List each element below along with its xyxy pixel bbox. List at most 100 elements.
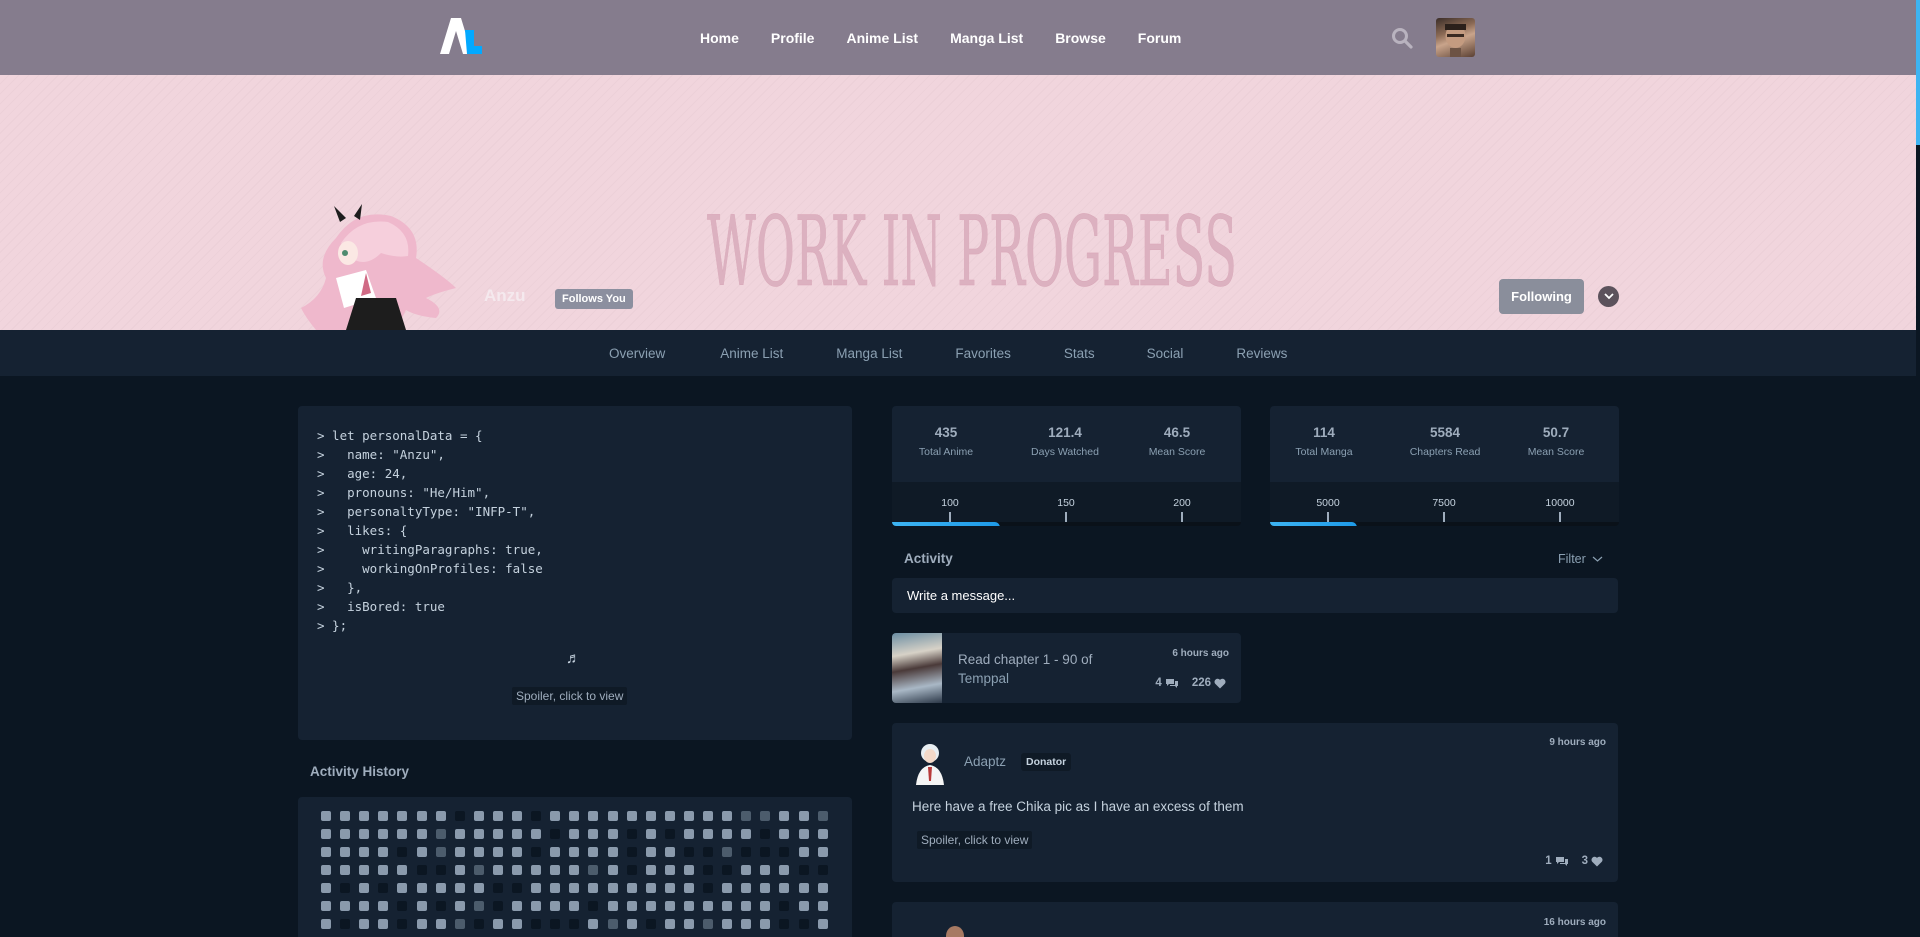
- activity-day-cell[interactable]: [664, 811, 675, 821]
- nav-browse[interactable]: Browse: [1055, 30, 1106, 46]
- nav-manga-list[interactable]: Manga List: [950, 30, 1023, 46]
- activity-day-cell[interactable]: [779, 865, 790, 875]
- activity-day-cell[interactable]: [454, 829, 465, 839]
- activity-day-cell[interactable]: [492, 901, 503, 911]
- activity-day-cell[interactable]: [473, 901, 484, 911]
- activity-day-cell[interactable]: [798, 919, 809, 929]
- activity-day-cell[interactable]: [741, 829, 752, 839]
- activity-day-cell[interactable]: [741, 865, 752, 875]
- activity-day-cell[interactable]: [340, 901, 351, 911]
- activity-day-cell[interactable]: [760, 829, 771, 839]
- activity-day-cell[interactable]: [760, 901, 771, 911]
- activity-day-cell[interactable]: [321, 847, 331, 857]
- tab-social[interactable]: Social: [1147, 346, 1184, 361]
- activity-day-cell[interactable]: [741, 901, 752, 911]
- activity-day-cell[interactable]: [588, 901, 599, 911]
- activity-spoiler[interactable]: Spoiler, click to view: [917, 831, 1033, 849]
- activity-day-cell[interactable]: [798, 901, 809, 911]
- activity-day-cell[interactable]: [473, 829, 484, 839]
- activity-day-cell[interactable]: [798, 865, 809, 875]
- activity-day-cell[interactable]: [703, 811, 713, 821]
- scrollbar-thumb[interactable]: [1916, 0, 1920, 145]
- activity-day-cell[interactable]: [683, 919, 694, 929]
- activity-day-cell[interactable]: [626, 901, 637, 911]
- activity-day-cell[interactable]: [703, 829, 713, 839]
- activity-day-cell[interactable]: [626, 883, 637, 893]
- activity-day-cell[interactable]: [473, 865, 484, 875]
- activity-day-cell[interactable]: [626, 865, 637, 875]
- activity-day-cell[interactable]: [454, 811, 465, 821]
- activity-day-cell[interactable]: [550, 901, 561, 911]
- nav-profile[interactable]: Profile: [771, 30, 815, 46]
- activity-day-cell[interactable]: [779, 901, 790, 911]
- activity-day-cell[interactable]: [741, 847, 752, 857]
- activity-day-cell[interactable]: [588, 829, 599, 839]
- following-button[interactable]: Following: [1499, 279, 1584, 314]
- activity-day-cell[interactable]: [454, 847, 465, 857]
- activity-day-cell[interactable]: [607, 901, 618, 911]
- activity-day-cell[interactable]: [722, 847, 733, 857]
- media-title-link[interactable]: Temppal: [958, 671, 1009, 686]
- activity-day-cell[interactable]: [512, 847, 522, 857]
- tab-favorites[interactable]: Favorites: [955, 346, 1011, 361]
- activity-day-cell[interactable]: [607, 811, 618, 821]
- activity-day-cell[interactable]: [550, 883, 561, 893]
- activity-day-cell[interactable]: [378, 883, 389, 893]
- activity-day-cell[interactable]: [359, 811, 370, 821]
- activity-day-cell[interactable]: [416, 811, 427, 821]
- activity-day-cell[interactable]: [359, 901, 370, 911]
- activity-day-cell[interactable]: [435, 919, 446, 929]
- tab-reviews[interactable]: Reviews: [1236, 346, 1287, 361]
- activity-day-cell[interactable]: [454, 901, 465, 911]
- anilist-logo[interactable]: [440, 18, 482, 54]
- activity-day-cell[interactable]: [512, 811, 522, 821]
- activity-day-cell[interactable]: [569, 901, 580, 911]
- activity-day-cell[interactable]: [817, 811, 828, 821]
- activity-day-cell[interactable]: [569, 919, 580, 929]
- activity-day-cell[interactable]: [378, 811, 389, 821]
- activity-day-cell[interactable]: [683, 847, 694, 857]
- activity-day-cell[interactable]: [550, 847, 561, 857]
- activity-day-cell[interactable]: [683, 865, 694, 875]
- activity-day-cell[interactable]: [569, 865, 580, 875]
- activity-day-cell[interactable]: [512, 883, 522, 893]
- activity-day-cell[interactable]: [588, 883, 599, 893]
- activity-day-cell[interactable]: [550, 829, 561, 839]
- activity-day-cell[interactable]: [645, 847, 656, 857]
- activity-day-cell[interactable]: [645, 901, 656, 911]
- activity-day-cell[interactable]: [760, 883, 771, 893]
- activity-day-cell[interactable]: [817, 847, 828, 857]
- activity-day-cell[interactable]: [645, 883, 656, 893]
- scrollbar[interactable]: [1916, 0, 1920, 937]
- activity-day-cell[interactable]: [531, 901, 542, 911]
- activity-day-cell[interactable]: [454, 883, 465, 893]
- activity-day-cell[interactable]: [454, 865, 465, 875]
- activity-day-cell[interactable]: [760, 847, 771, 857]
- comments-icon[interactable]: [1165, 678, 1179, 689]
- activity-day-cell[interactable]: [378, 829, 389, 839]
- activity-day-cell[interactable]: [492, 829, 503, 839]
- activity-day-cell[interactable]: [722, 811, 733, 821]
- activity-day-cell[interactable]: [626, 847, 637, 857]
- heart-icon[interactable]: [1591, 856, 1603, 867]
- activity-day-cell[interactable]: [531, 865, 542, 875]
- activity-day-cell[interactable]: [550, 811, 561, 821]
- activity-day-cell[interactable]: [607, 919, 618, 929]
- activity-day-cell[interactable]: [359, 919, 370, 929]
- follow-options-button[interactable]: [1598, 286, 1619, 307]
- activity-day-cell[interactable]: [722, 865, 733, 875]
- activity-day-cell[interactable]: [512, 901, 522, 911]
- activity-day-cell[interactable]: [703, 919, 713, 929]
- activity-day-cell[interactable]: [569, 811, 580, 821]
- activity-day-cell[interactable]: [569, 883, 580, 893]
- activity-day-cell[interactable]: [703, 847, 713, 857]
- activity-day-cell[interactable]: [435, 883, 446, 893]
- activity-day-cell[interactable]: [779, 919, 790, 929]
- activity-day-cell[interactable]: [321, 811, 331, 821]
- activity-day-cell[interactable]: [416, 883, 427, 893]
- activity-day-cell[interactable]: [741, 919, 752, 929]
- activity-day-cell[interactable]: [435, 829, 446, 839]
- activity-day-cell[interactable]: [664, 847, 675, 857]
- activity-day-cell[interactable]: [397, 829, 408, 839]
- activity-day-cell[interactable]: [340, 883, 351, 893]
